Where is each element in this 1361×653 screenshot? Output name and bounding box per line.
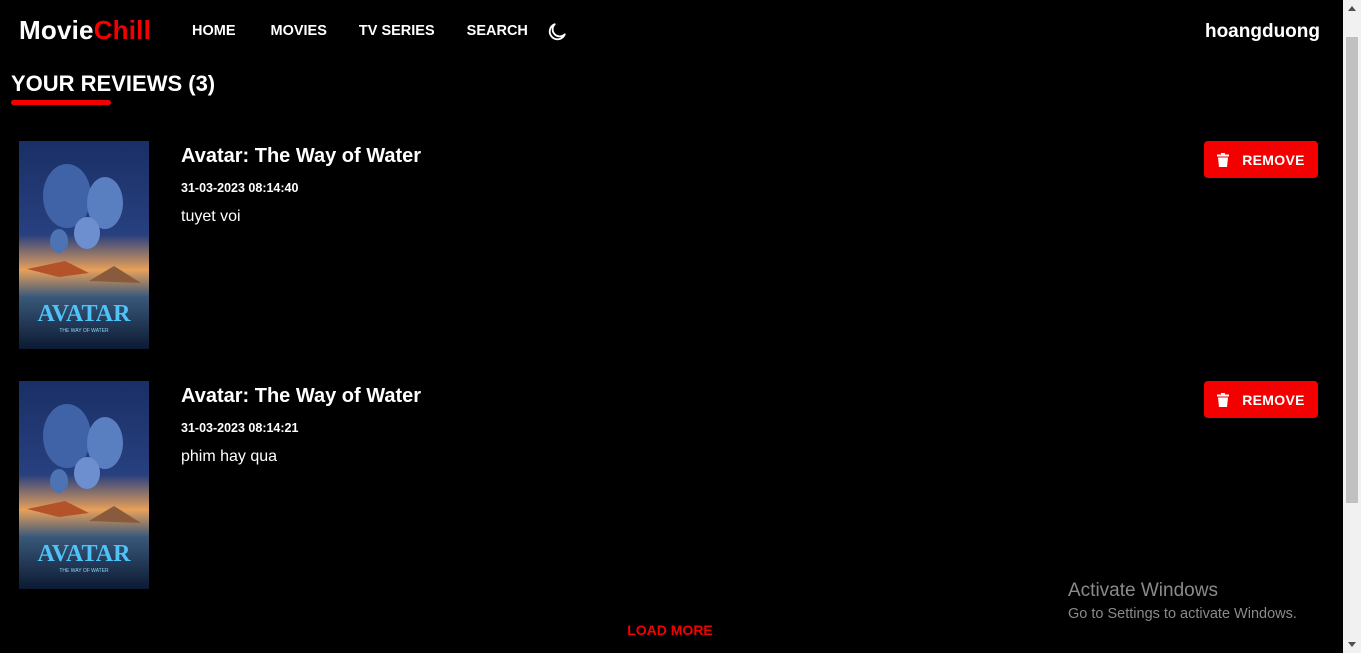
nav-tv-series[interactable]: TV SERIES xyxy=(359,23,435,39)
remove-button[interactable]: REMOVE xyxy=(1204,141,1318,178)
vertical-scrollbar[interactable] xyxy=(1343,0,1361,653)
nav-home[interactable]: HOME xyxy=(192,23,236,39)
poster-title: AVATAR xyxy=(38,301,132,327)
movie-title[interactable]: Avatar: The Way of Water xyxy=(181,145,421,168)
poster-subtitle: THE WAY OF WATER xyxy=(59,328,109,334)
remove-label: REMOVE xyxy=(1242,391,1305,408)
trash-icon xyxy=(1217,152,1230,167)
logo-chill: Chill xyxy=(93,15,152,45)
scrollbar-thumb[interactable] xyxy=(1346,37,1358,503)
review-item: AVATAR THE WAY OF WATER Avatar: The Way … xyxy=(19,381,1318,589)
movie-title[interactable]: Avatar: The Way of Water xyxy=(181,385,421,408)
movie-poster[interactable]: AVATAR THE WAY OF WATER xyxy=(19,141,149,349)
review-content: phim hay qua xyxy=(181,448,278,465)
windows-activation-watermark: Activate Windows Go to Settings to activ… xyxy=(1068,580,1297,622)
movie-poster[interactable]: AVATAR THE WAY OF WATER xyxy=(19,381,149,589)
remove-label: REMOVE xyxy=(1242,151,1305,168)
review-info: Avatar: The Way of Water 31-03-2023 08:1… xyxy=(181,385,421,466)
review-item: AVATAR THE WAY OF WATER Avatar: The Way … xyxy=(19,141,1318,349)
remove-button[interactable]: REMOVE xyxy=(1204,381,1318,418)
user-menu[interactable]: hoangduong xyxy=(1205,21,1320,43)
watermark-subtitle: Go to Settings to activate Windows. xyxy=(1068,606,1297,622)
page-title: YOUR REVIEWS (3) xyxy=(11,71,216,96)
top-navbar: MovieChill HOME MOVIES TV SERIES SEARCH … xyxy=(0,0,1343,64)
poster-subtitle: THE WAY OF WATER xyxy=(59,568,109,574)
logo-movie: Movie xyxy=(19,15,94,45)
review-info: Avatar: The Way of Water 31-03-2023 08:1… xyxy=(181,145,421,226)
watermark-title: Activate Windows xyxy=(1068,580,1218,601)
poster-title: AVATAR xyxy=(38,541,132,567)
main-nav: HOME MOVIES TV SERIES SEARCH xyxy=(192,23,563,39)
review-date: 31-03-2023 08:14:40 xyxy=(181,181,299,195)
nav-search[interactable]: SEARCH xyxy=(467,23,528,39)
review-content: tuyet voi xyxy=(181,208,241,225)
moon-icon[interactable] xyxy=(546,21,568,43)
load-more-button[interactable]: LOAD MORE xyxy=(0,622,1340,638)
trash-icon xyxy=(1217,392,1230,407)
title-underline xyxy=(11,100,111,105)
logo[interactable]: MovieChill xyxy=(19,15,151,46)
scroll-up-arrow-icon[interactable] xyxy=(1343,0,1361,17)
nav-movies[interactable]: MOVIES xyxy=(271,23,327,39)
review-date: 31-03-2023 08:14:21 xyxy=(181,421,299,435)
scroll-down-arrow-icon[interactable] xyxy=(1343,636,1361,653)
